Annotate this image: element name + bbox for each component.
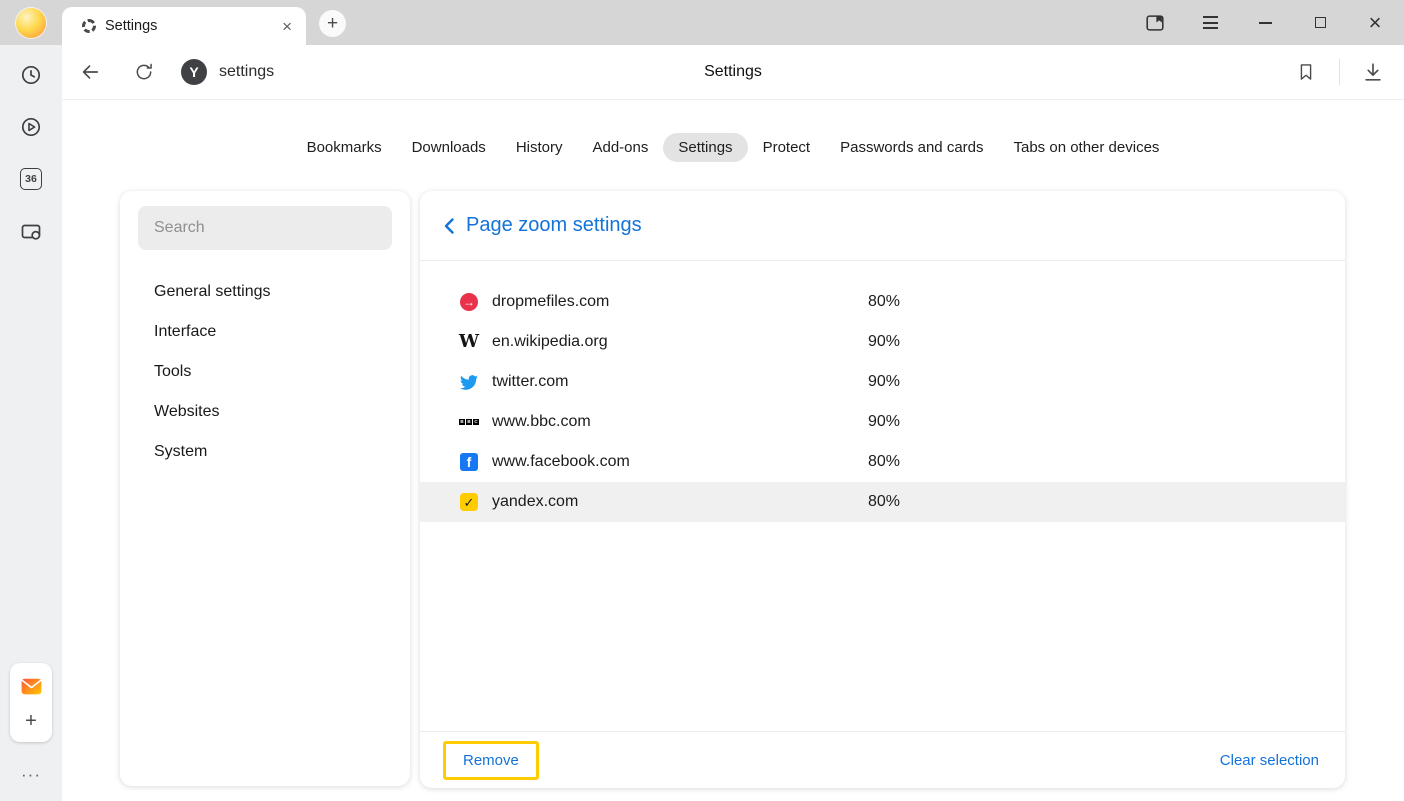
settings-menu-panel: General settings Interface Tools Website…: [120, 191, 410, 786]
tab-protect[interactable]: Protect: [748, 133, 826, 162]
zoom-row-twitter[interactable]: twitter.com 90%: [420, 362, 1345, 402]
tab-count-badge[interactable]: 36: [20, 168, 42, 190]
profile-avatar[interactable]: [16, 8, 46, 38]
reload-icon[interactable]: [129, 57, 159, 87]
maximize-icon[interactable]: [1308, 11, 1332, 35]
settings-nav-tabs: Bookmarks Downloads History Add-ons Sett…: [62, 133, 1404, 162]
site-name: twitter.com: [492, 373, 568, 391]
zoom-row-dropmefiles[interactable]: → dropmefiles.com 80%: [420, 282, 1345, 322]
tab-passwords-and-cards[interactable]: Passwords and cards: [825, 133, 998, 162]
tab-add-ons[interactable]: Add-ons: [577, 133, 663, 162]
site-name: yandex.com: [492, 493, 578, 511]
menu-item-interface[interactable]: Interface: [138, 312, 392, 352]
back-icon[interactable]: [75, 57, 105, 87]
zoom-row-yandex[interactable]: ✓ yandex.com 80%: [420, 482, 1345, 522]
video-play-icon[interactable]: [19, 115, 43, 139]
toolbar-right: [1291, 57, 1388, 87]
browser-window: Settings × + × 36: [0, 0, 1404, 801]
main-body: 36 + ···: [0, 45, 1404, 801]
dropmefiles-favicon: →: [460, 293, 478, 311]
gear-icon: [82, 19, 96, 33]
menu-item-tools[interactable]: Tools: [138, 352, 392, 392]
toolbar-divider: [1339, 59, 1340, 85]
new-tab-button[interactable]: +: [319, 10, 346, 37]
browser-tab-settings[interactable]: Settings ×: [62, 7, 306, 45]
tab-downloads[interactable]: Downloads: [397, 133, 501, 162]
add-widget-icon[interactable]: +: [25, 711, 37, 731]
window-close-icon[interactable]: ×: [1363, 11, 1387, 35]
more-options-icon[interactable]: ···: [0, 765, 62, 785]
facebook-favicon: f: [460, 453, 478, 471]
panel-title: Page zoom settings: [466, 214, 642, 237]
yandex-mail-icon[interactable]: [19, 674, 44, 699]
site-name: en.wikipedia.org: [492, 333, 608, 351]
search-input[interactable]: [138, 206, 392, 250]
rail-widget: +: [10, 663, 52, 742]
back-chevron-icon: [443, 217, 455, 235]
zoom-row-facebook[interactable]: f www.facebook.com 80%: [420, 442, 1345, 482]
bookmark-icon[interactable]: [1291, 57, 1321, 87]
tab-tabs-on-other-devices[interactable]: Tabs on other devices: [999, 133, 1175, 162]
site-name: dropmefiles.com: [492, 293, 609, 311]
zoom-value: 90%: [868, 373, 900, 391]
window-controls: ×: [1143, 0, 1387, 45]
selected-checkbox-icon[interactable]: ✓: [460, 493, 478, 511]
site-name: www.facebook.com: [492, 453, 630, 471]
clear-selection-button[interactable]: Clear selection: [1214, 751, 1325, 770]
zoom-value: 90%: [868, 333, 900, 351]
zoom-row-wikipedia[interactable]: W en.wikipedia.org 90%: [420, 322, 1345, 362]
profile-area: [0, 0, 62, 45]
address-bar[interactable]: Y settings: [181, 59, 274, 85]
menu-item-general-settings[interactable]: General settings: [138, 272, 392, 312]
settings-menu: General settings Interface Tools Website…: [138, 272, 392, 472]
screenshot-icon[interactable]: [19, 220, 43, 244]
zoom-value: 80%: [868, 493, 900, 511]
tab-settings[interactable]: Settings: [663, 133, 747, 162]
sidebar-toggle-icon[interactable]: [1143, 11, 1167, 35]
menu-item-websites[interactable]: Websites: [138, 392, 392, 432]
minimize-icon[interactable]: [1253, 11, 1277, 35]
page-zoom-back-link[interactable]: Page zoom settings: [420, 191, 1345, 261]
cards-row: General settings Interface Tools Website…: [62, 191, 1404, 788]
menu-icon[interactable]: [1198, 11, 1222, 35]
tab-strip: Settings × + ×: [0, 0, 1404, 45]
remove-button[interactable]: Remove: [443, 741, 539, 780]
tab-title: Settings: [105, 18, 267, 34]
site-favicon: Y: [181, 59, 207, 85]
settings-content: Bookmarks Downloads History Add-ons Sett…: [62, 100, 1404, 801]
page-zoom-panel: Page zoom settings → dropmefiles.com 80%…: [420, 191, 1345, 788]
main-column: Y settings Settings Bookmarks: [62, 45, 1404, 801]
bbc-favicon: BBC: [459, 419, 479, 425]
tab-bookmarks[interactable]: Bookmarks: [292, 133, 397, 162]
page-title: Settings: [704, 63, 762, 81]
zoom-value: 80%: [868, 293, 900, 311]
toolbar: Y settings Settings: [62, 45, 1404, 100]
tab-history[interactable]: History: [501, 133, 578, 162]
tab-close-icon[interactable]: ×: [276, 18, 298, 35]
downloads-icon[interactable]: [1358, 57, 1388, 87]
menu-item-system[interactable]: System: [138, 432, 392, 472]
zoom-value: 90%: [868, 413, 900, 431]
left-rail: 36 + ···: [0, 45, 62, 801]
site-name: www.bbc.com: [492, 413, 591, 431]
twitter-favicon: [460, 373, 478, 391]
zoom-value: 80%: [868, 453, 900, 471]
zoom-panel-footer: Remove Clear selection: [420, 731, 1345, 788]
history-clock-icon[interactable]: [19, 63, 43, 87]
zoom-row-bbc[interactable]: BBC www.bbc.com 90%: [420, 402, 1345, 442]
wikipedia-favicon: W: [459, 333, 479, 351]
address-text: settings: [219, 63, 274, 81]
zoom-site-list: → dropmefiles.com 80% W en.wikipedia.org…: [420, 282, 1345, 522]
